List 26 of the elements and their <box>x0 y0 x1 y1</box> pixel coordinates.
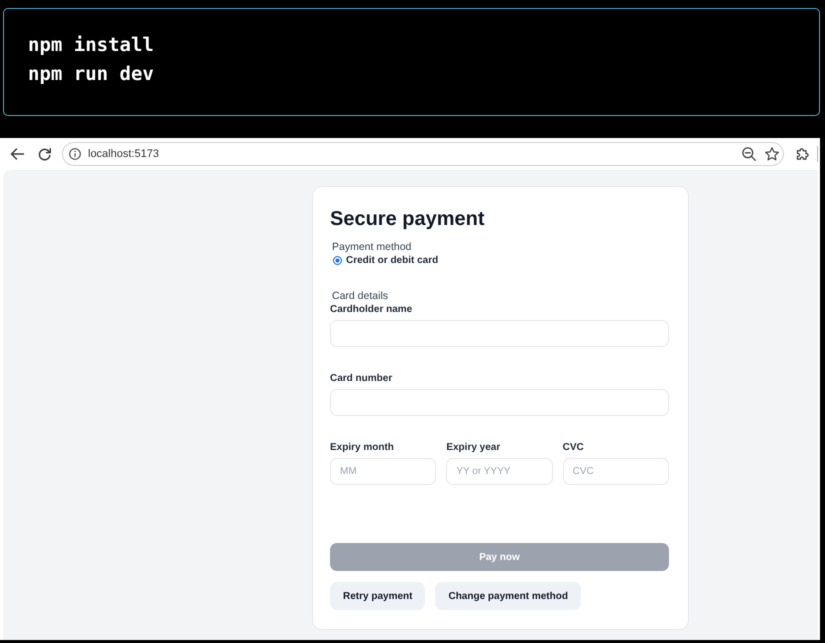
info-icon[interactable] <box>69 148 81 160</box>
radio-label[interactable]: Credit or debit card <box>346 255 438 266</box>
field-label: CVC <box>562 441 585 454</box>
zoom-out-icon[interactable] <box>742 147 756 161</box>
arrow-left-icon[interactable] <box>10 148 24 160</box>
field-label: Expiry year <box>446 441 502 454</box>
puzzle-piece-icon[interactable] <box>795 147 809 161</box>
section-legend: Card details <box>330 289 669 303</box>
input-field[interactable]: MM <box>330 458 436 485</box>
input-field[interactable]: YY or YYYY <box>446 458 553 485</box>
field-label: Card number <box>330 372 394 385</box>
input-field[interactable] <box>330 389 669 416</box>
page-title: Secure payment <box>330 207 486 232</box>
field-label: Cardholder name <box>330 303 414 316</box>
section-legend: Payment method <box>330 240 669 254</box>
reload-icon[interactable] <box>38 148 51 160</box>
address-bar[interactable]: localhost:5173 <box>62 142 784 166</box>
code-line: npm install <box>28 33 154 58</box>
change-method-button[interactable]: Change payment method <box>435 582 581 610</box>
retry-button[interactable]: Retry payment <box>330 582 426 610</box>
star-icon[interactable] <box>765 147 779 161</box>
input-field[interactable]: CVC <box>562 458 669 485</box>
input-field[interactable] <box>330 320 669 347</box>
field-label: Expiry month <box>330 441 395 454</box>
code-line: npm run dev <box>28 62 154 87</box>
radio-button[interactable] <box>333 256 342 265</box>
